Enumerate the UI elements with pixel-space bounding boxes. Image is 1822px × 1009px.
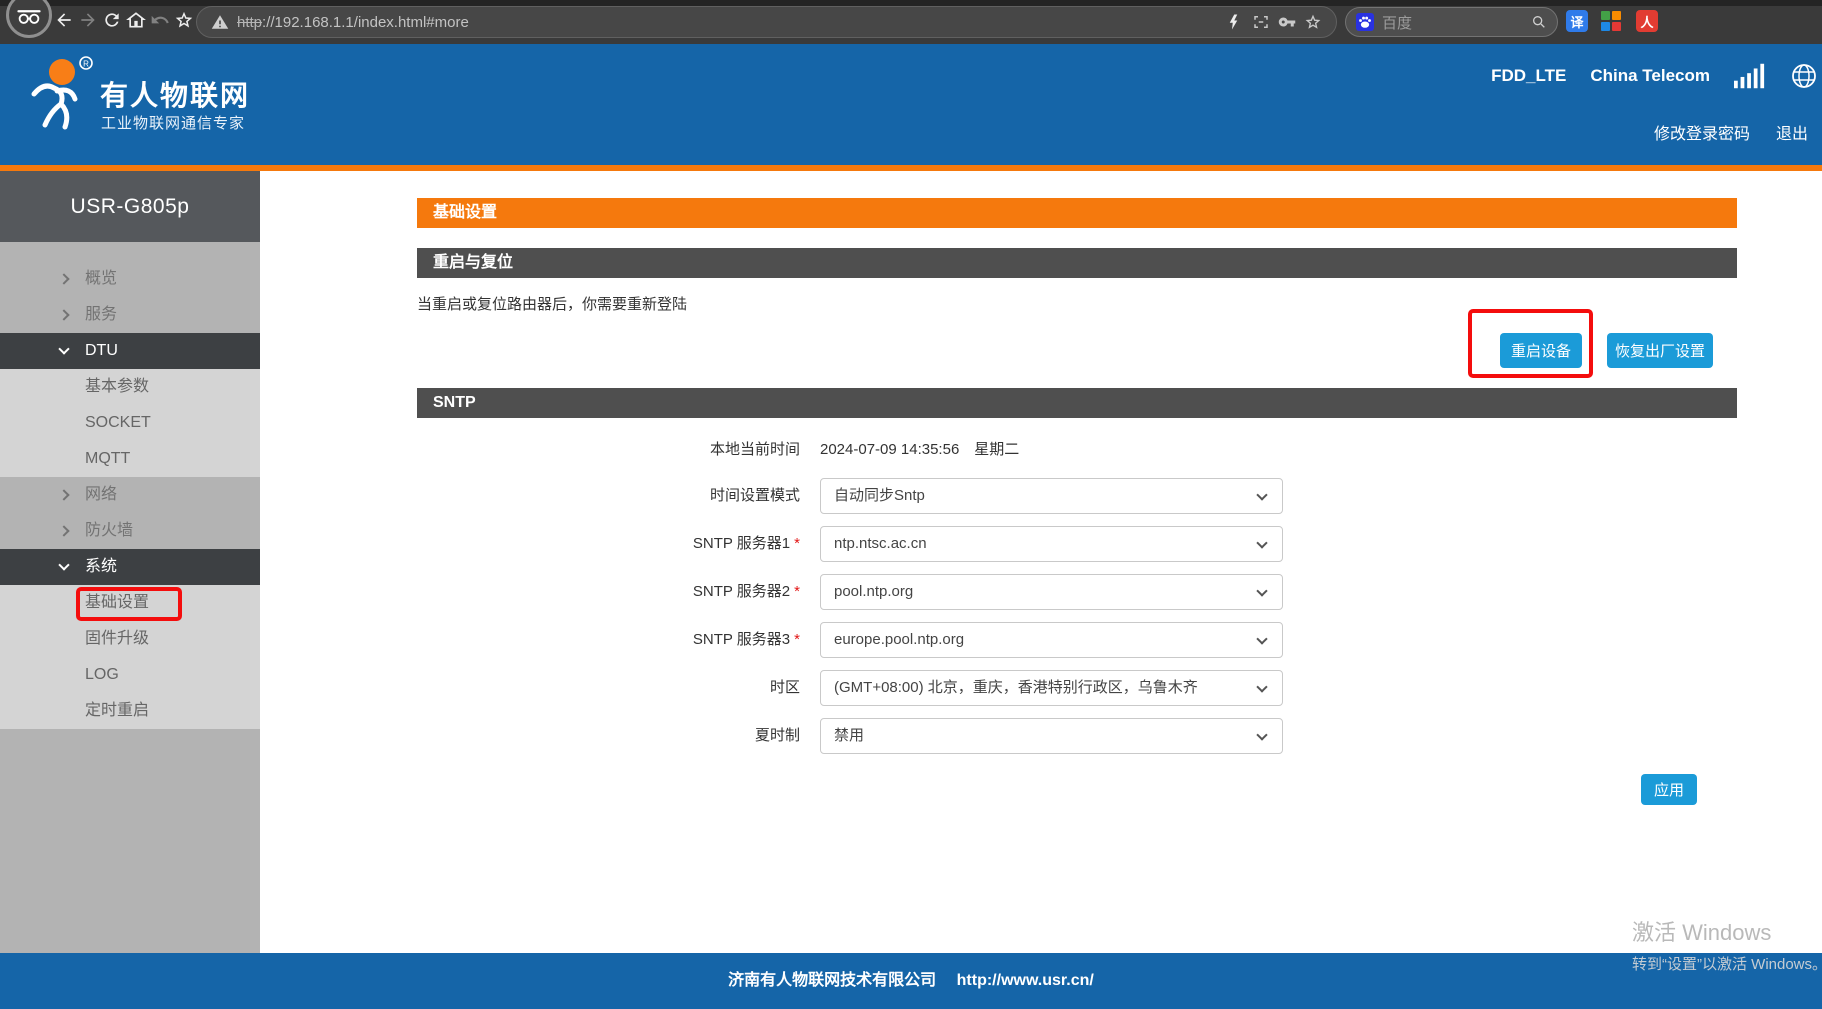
chevron-down-icon [58, 559, 69, 570]
sidebar-item-basic-settings[interactable]: 基础设置 [0, 585, 260, 621]
baidu-search-box[interactable]: 百度 [1345, 7, 1558, 37]
time-mode-select[interactable]: 自动同步Sntp [820, 478, 1283, 514]
reboot-device-button[interactable]: 重启设备 [1500, 333, 1582, 368]
sidebar-item-firewall[interactable]: 防火墙 [0, 513, 260, 549]
browser-toolbar: http://192.168.1.1/index.html#more 百度 译 [0, 0, 1822, 44]
sntp-server2-row: SNTP 服务器2* pool.ntp.org [260, 574, 1720, 610]
incognito-avatar-icon[interactable] [6, 0, 52, 38]
field-label: 夏时制 [260, 718, 800, 754]
brand-tagline: 工业物联网通信专家 [101, 112, 245, 133]
svg-text:R: R [83, 60, 89, 69]
search-placeholder: 百度 [1382, 12, 1523, 33]
dst-select[interactable]: 禁用 [820, 718, 1283, 754]
sidebar-item-scheduled-restart[interactable]: 定时重启 [0, 693, 260, 729]
page-footer: 济南有人物联网技术有限公司 http://www.usr.cn/ [0, 953, 1822, 1009]
select-chevron-icon [1256, 585, 1267, 596]
account-links: 修改登录密码 退出 [1654, 120, 1808, 144]
password-key-icon[interactable] [1278, 13, 1296, 31]
sidebar-item-firmware-upgrade[interactable]: 固件升级 [0, 621, 260, 657]
chevron-right-icon [58, 273, 69, 284]
reboot-note: 当重启或复位路由器后，你需要重新登陆 [417, 293, 687, 314]
required-asterisk: * [794, 631, 800, 648]
bookmark-star-icon[interactable] [174, 10, 194, 30]
home-button[interactable] [126, 10, 146, 30]
main-content: 基础设置 重启与复位 当重启或复位路由器后，你需要重新登陆 重启设备 恢复出厂设… [260, 171, 1822, 953]
reader-extension-icon[interactable]: 人 [1636, 10, 1658, 32]
sidebar-item-basic-params[interactable]: 基本参数 [0, 369, 260, 405]
sidebar-item-overview[interactable]: 概览 [0, 261, 260, 297]
undo-button[interactable] [150, 10, 170, 30]
field-label: SNTP 服务器1 [693, 535, 790, 552]
sntp-server1-row: SNTP 服务器1* ntp.ntsc.ac.cn [260, 526, 1720, 562]
change-password-link[interactable]: 修改登录密码 [1654, 120, 1750, 144]
device-model-title: USR-G805p [0, 171, 260, 242]
field-label: 时间设置模式 [260, 478, 800, 514]
chevron-right-icon [58, 525, 69, 536]
sidebar-item-log[interactable]: LOG [0, 657, 260, 693]
baidu-logo-icon [1356, 13, 1374, 31]
select-chevron-icon [1256, 537, 1267, 548]
translate-extension-icon[interactable]: 译 [1566, 10, 1588, 32]
page-title: 基础设置 [417, 198, 1737, 228]
sidebar-item-services[interactable]: 服务 [0, 297, 260, 333]
search-icon[interactable] [1531, 14, 1547, 30]
back-button[interactable] [54, 10, 74, 30]
field-label: 本地当前时间 [260, 432, 800, 468]
router-admin-page: { "browser": { "url_scheme_struck": "htt… [0, 0, 1822, 1009]
address-bar[interactable]: http://192.168.1.1/index.html#more [196, 6, 1337, 38]
apply-button[interactable]: 应用 [1641, 774, 1697, 805]
sntp-server2-select[interactable]: pool.ntp.org [820, 574, 1283, 610]
brand-title: 有人物联网 [100, 74, 250, 114]
select-chevron-icon [1256, 633, 1267, 644]
sntp-server3-select[interactable]: europe.pool.ntp.org [820, 622, 1283, 658]
company-website[interactable]: http://www.usr.cn/ [957, 972, 1094, 989]
extensions-grid-icon[interactable] [1600, 10, 1622, 32]
current-time-value: 2024-07-09 14:35:56 星期二 [820, 432, 1019, 468]
dst-row: 夏时制 禁用 [260, 718, 1720, 754]
sntp-server1-select[interactable]: ntp.ntsc.ac.cn [820, 526, 1283, 562]
url-text: http://192.168.1.1/index.html#more [237, 14, 469, 31]
reboot-section-header: 重启与复位 [417, 248, 1737, 278]
timezone-select[interactable]: (GMT+08:00) 北京，重庆，香港特别行政区，乌鲁木齐 [820, 670, 1283, 706]
sntp-server3-row: SNTP 服务器3* europe.pool.ntp.org [260, 622, 1720, 658]
forward-button[interactable] [78, 10, 98, 30]
chevron-down-icon [58, 343, 69, 354]
time-mode-row: 时间设置模式 自动同步Sntp [260, 478, 1720, 514]
lightning-icon[interactable] [1226, 13, 1244, 31]
select-chevron-icon [1256, 489, 1267, 500]
network-mode: FDD_LTE [1491, 66, 1566, 86]
required-asterisk: * [794, 535, 800, 552]
field-label: SNTP 服务器3 [693, 631, 790, 648]
sidebar-item-dtu[interactable]: DTU [0, 333, 260, 369]
factory-reset-button[interactable]: 恢复出厂设置 [1607, 333, 1713, 368]
sidebar-item-mqtt[interactable]: MQTT [0, 441, 260, 477]
chevron-right-icon [58, 309, 69, 320]
sntp-section-header: SNTP [417, 388, 1737, 418]
timezone-row: 时区 (GMT+08:00) 北京，重庆，香港特别行政区，乌鲁木齐 [260, 670, 1720, 706]
carrier-name: China Telecom [1590, 66, 1710, 86]
company-name: 济南有人物联网技术有限公司 [728, 972, 936, 989]
required-asterisk: * [794, 583, 800, 600]
element-capture-icon[interactable] [1252, 13, 1270, 31]
logout-link[interactable]: 退出 [1776, 120, 1808, 144]
sidebar-item-network[interactable]: 网络 [0, 477, 260, 513]
field-label: SNTP 服务器2 [693, 583, 790, 600]
sidebar-nav: USR-G805p 概览 服务 DTU 基本参数 SOCKET MQTT 网络 … [0, 171, 260, 953]
connection-status: FDD_LTE China Telecom [1491, 60, 1818, 92]
chevron-right-icon [58, 489, 69, 500]
usr-iot-logo: R [24, 54, 96, 140]
field-label: 时区 [260, 670, 800, 706]
signal-strength-icon [1734, 63, 1766, 89]
app-header: R 有人物联网 工业物联网通信专家 FDD_LTE China Telecom … [0, 44, 1822, 165]
language-globe-icon[interactable] [1790, 62, 1818, 90]
bookmark-this-page-star-icon[interactable] [1304, 13, 1322, 31]
reload-button[interactable] [102, 10, 122, 30]
sidebar-item-system[interactable]: 系统 [0, 549, 260, 585]
not-secure-warning-icon[interactable] [211, 13, 229, 31]
current-time-row: 本地当前时间 2024-07-09 14:35:56 星期二 [260, 432, 1720, 468]
select-chevron-icon [1256, 681, 1267, 692]
sidebar-item-socket[interactable]: SOCKET [0, 405, 260, 441]
select-chevron-icon [1256, 729, 1267, 740]
